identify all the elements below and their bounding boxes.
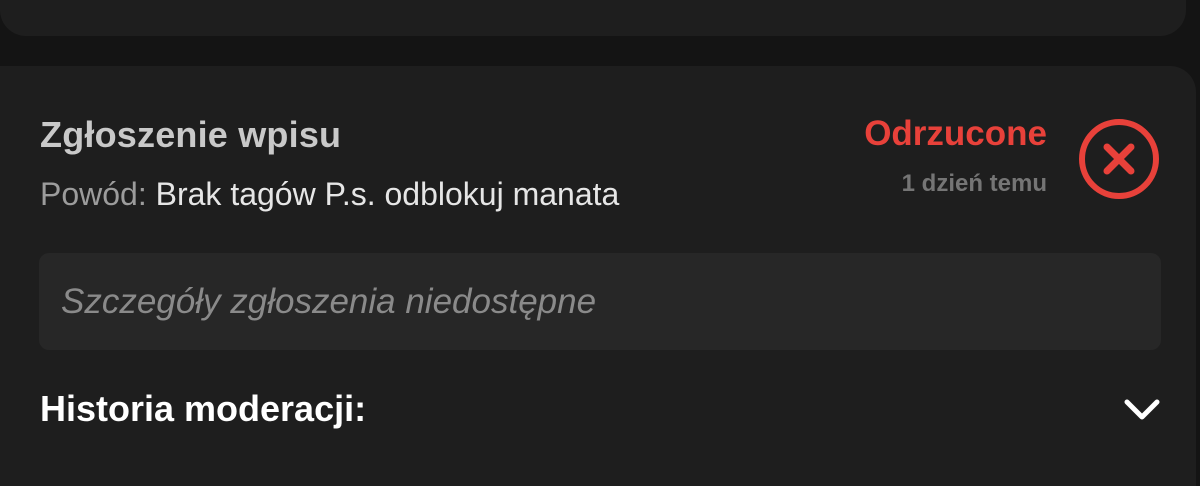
details-placeholder: Szczegóły zgłoszenia niedostępne xyxy=(61,282,597,321)
report-details-box: Szczegóły zgłoszenia niedostępne xyxy=(39,253,1161,350)
time-ago: 1 dzień temu xyxy=(901,170,1047,197)
close-circle-icon-svg xyxy=(1079,119,1159,199)
moderation-history-label: Historia moderacji: xyxy=(40,388,367,429)
close-circle-icon xyxy=(1077,117,1161,201)
reason-text: Brak tagów P.s. odblokuj manata xyxy=(155,176,620,212)
reason-label: Powód: xyxy=(40,176,156,212)
previous-card xyxy=(0,0,1186,36)
chevron-down-icon-svg xyxy=(1124,399,1160,420)
report-title: Zgłoszenie wpisu xyxy=(40,114,342,155)
report-reason: Powód: Brak tagów P.s. odblokuj manata xyxy=(40,176,619,213)
chevron-down-icon[interactable] xyxy=(1118,390,1166,430)
status-label: Odrzucone xyxy=(864,114,1047,153)
